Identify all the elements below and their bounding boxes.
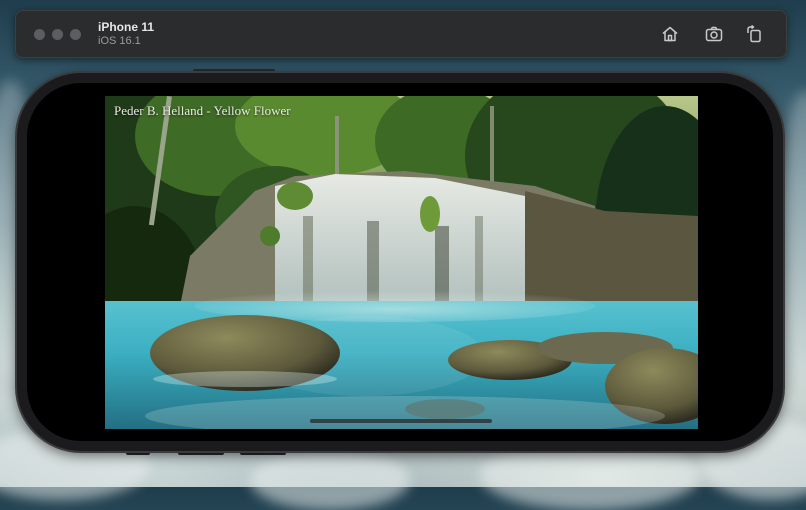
mute-switch xyxy=(126,451,150,455)
os-version: iOS 16.1 xyxy=(98,35,141,47)
volume-up-button xyxy=(178,451,224,455)
simulator-toolbar: iPhone 11 iOS 16.1 xyxy=(15,10,787,58)
video-player[interactable]: Peder B. Helland - Yellow Flower xyxy=(105,96,698,429)
device-name: iPhone 11 xyxy=(98,20,155,34)
home-indicator[interactable] xyxy=(310,419,492,423)
screenshot-button[interactable] xyxy=(702,22,726,46)
video-title: Peder B. Helland - Yellow Flower xyxy=(114,103,291,118)
rotate-button[interactable] xyxy=(742,22,766,46)
background-cloud xyxy=(780,90,806,390)
waterfall-video-frame xyxy=(105,96,698,429)
home-button[interactable] xyxy=(658,22,682,46)
window-minimize-button[interactable] xyxy=(52,29,63,40)
window-zoom-button[interactable] xyxy=(70,29,81,40)
volume-down-button xyxy=(240,451,286,455)
window-close-button[interactable] xyxy=(34,29,45,40)
home-icon xyxy=(662,26,678,42)
rotate-icon xyxy=(747,25,761,43)
camera-icon xyxy=(705,26,723,42)
background-cloud xyxy=(250,450,410,510)
